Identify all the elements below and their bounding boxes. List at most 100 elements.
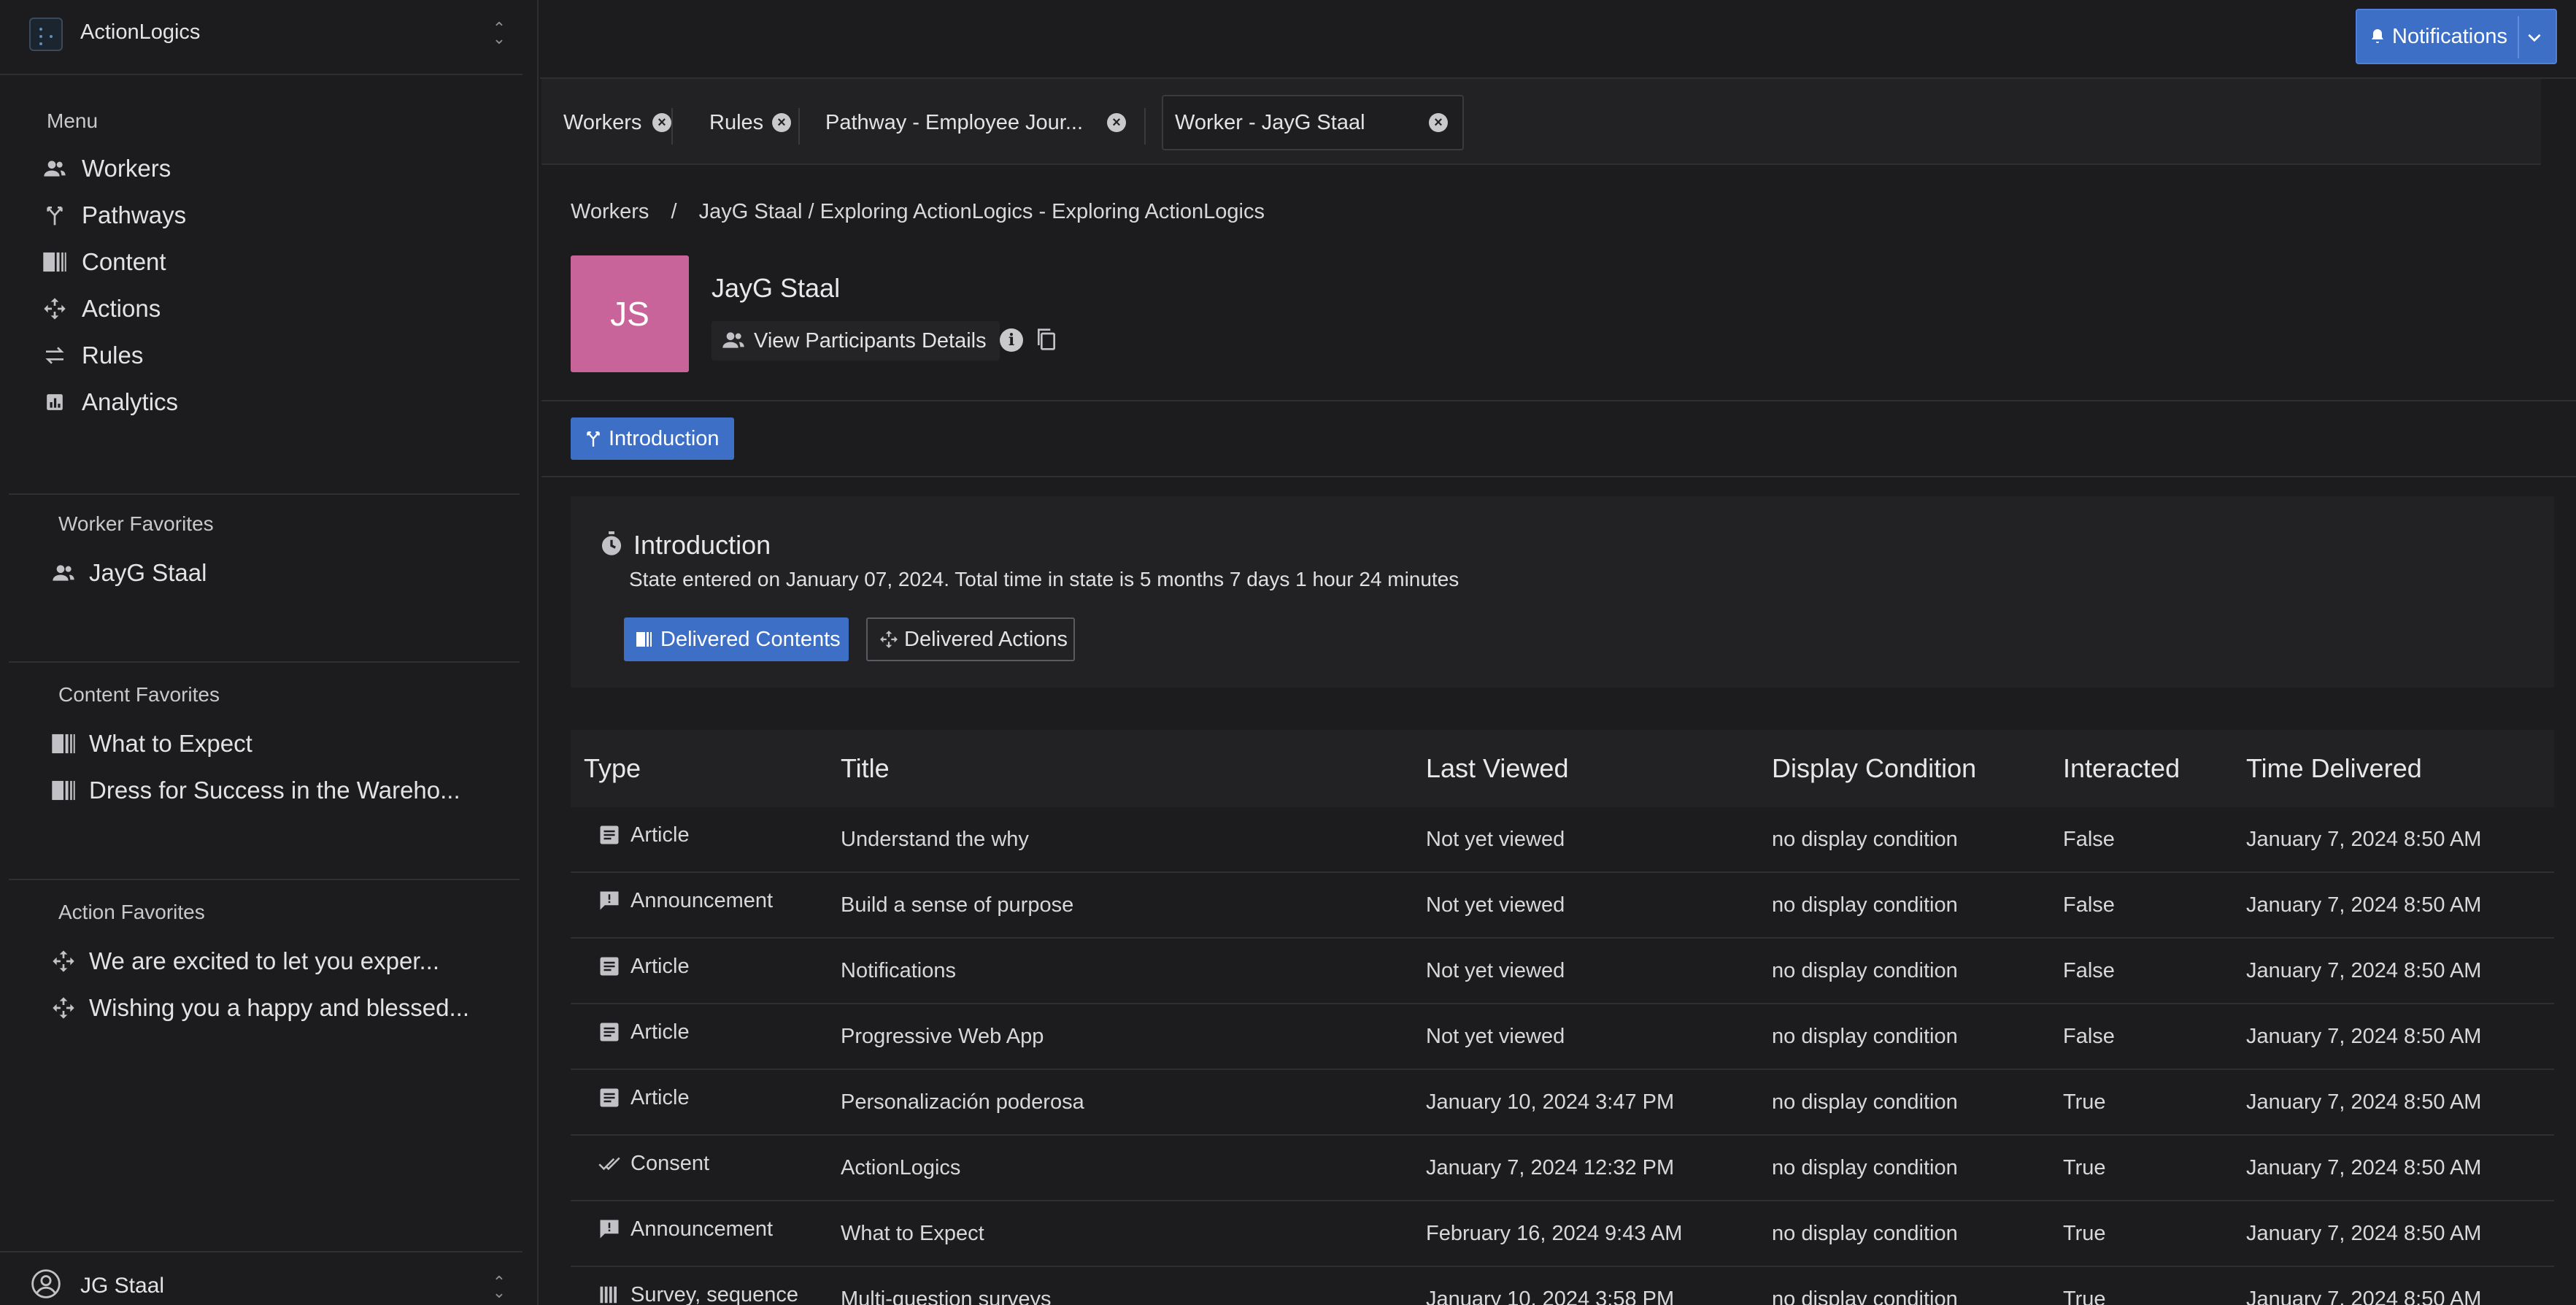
- table-row[interactable]: Article Personalización poderosa January 1…: [571, 1070, 2554, 1136]
- table-row[interactable]: Article Understand the why Not yet viewed n…: [571, 807, 2554, 873]
- last-viewed-cell: January 10, 2024 3:47 PM: [1426, 1090, 1675, 1114]
- title-cell: Understand the why: [841, 828, 1029, 851]
- favorite-action-item[interactable]: Wishing you a happy and blessed...: [50, 990, 469, 1026]
- table-row[interactable]: Article Progressive Web App Not yet viewed…: [571, 1004, 2554, 1070]
- table-body: Article Understand the why Not yet viewed n…: [571, 807, 2554, 1305]
- sidebar-item-content[interactable]: Content: [41, 244, 166, 280]
- interacted-cell: True: [2063, 1222, 2106, 1245]
- divider: [671, 108, 673, 145]
- users-icon: [50, 559, 77, 587]
- chevron-down-icon[interactable]: [2525, 28, 2544, 47]
- divider: [541, 400, 2576, 401]
- title-cell: Multi-question surveys: [841, 1287, 1052, 1305]
- last-viewed-cell: Not yet viewed: [1426, 1025, 1565, 1048]
- type-cell: Article: [584, 1086, 690, 1110]
- type-cell: Article: [584, 823, 690, 847]
- survey-icon: [598, 1284, 622, 1305]
- title-cell: Build a sense of purpose: [841, 893, 1074, 917]
- table-header: Type Title Last Viewed Display Condition…: [571, 730, 2554, 807]
- sidebar: ActionLogics ⌃ ⌄ Menu Workers Pathways Co…: [0, 0, 539, 1305]
- type-label: Article: [630, 955, 690, 978]
- title-cell: Progressive Web App: [841, 1025, 1044, 1048]
- type-cell: Announcement: [584, 889, 773, 913]
- sidebar-item-rules[interactable]: Rules: [41, 337, 143, 374]
- state-chip-introduction[interactable]: Introduction: [571, 417, 734, 460]
- title-cell: ActionLogics: [841, 1156, 961, 1179]
- breadcrumb-workers-link[interactable]: Workers: [571, 200, 649, 223]
- sidebar-item-label: Analytics: [82, 388, 179, 415]
- last-viewed-cell: February 16, 2024 9:43 AM: [1426, 1222, 1683, 1245]
- time-delivered-cell: January 7, 2024 8:50 AM: [2246, 1287, 2482, 1305]
- close-icon[interactable]: ×: [772, 113, 791, 132]
- menu-label: Menu: [47, 109, 99, 132]
- column-header-interacted[interactable]: Interacted: [2063, 753, 2180, 784]
- time-delivered-cell: January 7, 2024 8:50 AM: [2246, 828, 2482, 851]
- table-row[interactable]: Survey, sequence Multi-question surveys Ja…: [571, 1267, 2554, 1305]
- actions-icon: [880, 631, 898, 648]
- tab-worker-jayg-staal[interactable]: Worker - JayG Staal ×: [1162, 95, 1464, 150]
- divider: [9, 661, 520, 663]
- favorite-content-item[interactable]: Dress for Success in the Wareho...: [50, 772, 460, 809]
- table-row[interactable]: Article Notifications Not yet viewed no dis…: [571, 939, 2554, 1004]
- favorite-label: We are excited to let you exper...: [89, 947, 439, 974]
- sidebar-item-workers[interactable]: Workers: [41, 150, 171, 187]
- org-switcher[interactable]: ActionLogics ⌃ ⌄: [0, 0, 522, 75]
- delivered-actions-button[interactable]: Delivered Actions: [866, 617, 1075, 661]
- favorite-worker-item[interactable]: JayG Staal: [50, 555, 207, 591]
- content-icon: [41, 248, 69, 276]
- display-condition-cell: no display condition: [1772, 828, 1958, 851]
- bell-icon: [2372, 29, 2383, 43]
- table-row[interactable]: Announcement What to Expect February 16, 2…: [571, 1201, 2554, 1267]
- type-label: Consent: [630, 1152, 710, 1175]
- favorite-label: What to Expect: [89, 730, 252, 757]
- org-name: ActionLogics: [80, 20, 201, 44]
- user-name: JG Staal: [80, 1274, 165, 1298]
- divider: [2518, 16, 2519, 58]
- info-icon[interactable]: i: [1000, 328, 1023, 352]
- type-cell: Article: [584, 955, 690, 979]
- favorite-content-item[interactable]: What to Expect: [50, 725, 252, 762]
- org-logo-icon: [29, 18, 63, 51]
- tab-label: Workers: [563, 110, 642, 134]
- last-viewed-cell: January 10, 2024 3:58 PM: [1426, 1287, 1675, 1305]
- sidebar-item-analytics[interactable]: Analytics: [41, 384, 178, 420]
- favorite-label: JayG Staal: [89, 559, 207, 586]
- type-cell: Survey, sequence: [584, 1283, 798, 1305]
- favorite-label: Dress for Success in the Wareho...: [89, 777, 460, 804]
- column-header-type[interactable]: Type: [584, 753, 641, 784]
- close-icon[interactable]: ×: [652, 113, 671, 132]
- divider: [798, 108, 800, 145]
- users-icon: [722, 328, 747, 353]
- sidebar-item-label: Rules: [82, 342, 144, 369]
- tab-label: Worker - JayG Staal: [1175, 110, 1365, 134]
- notifications-button[interactable]: Notifications: [2356, 9, 2557, 64]
- tab-workers[interactable]: Workers ×: [563, 95, 671, 150]
- table-row[interactable]: Consent ActionLogics January 7, 2024 12:32…: [571, 1136, 2554, 1201]
- column-header-title[interactable]: Title: [841, 753, 890, 784]
- user-menu[interactable]: JG Staal ⌃ ⌄: [0, 1251, 522, 1305]
- action-favorites-label: Action Favorites: [58, 901, 205, 923]
- column-header-last-viewed[interactable]: Last Viewed: [1426, 753, 1568, 784]
- worker-favorites-label: Worker Favorites: [58, 512, 214, 535]
- actions-icon: [50, 947, 77, 975]
- copy-icon[interactable]: [1036, 328, 1057, 351]
- type-label: Article: [630, 823, 690, 847]
- favorite-action-item[interactable]: We are excited to let you exper...: [50, 943, 439, 979]
- breadcrumb-separator: /: [671, 200, 677, 223]
- delivered-contents-button[interactable]: Delivered Contents: [624, 617, 849, 661]
- column-header-display-condition[interactable]: Display Condition: [1772, 753, 1976, 784]
- tab-strip: Workers × Rules × Pathway - Employee Jou…: [541, 79, 2541, 165]
- state-chip-label: Introduction: [609, 426, 720, 450]
- table-row[interactable]: Announcement Build a sense of purpose Not …: [571, 873, 2554, 939]
- close-icon[interactable]: ×: [1429, 113, 1448, 132]
- view-participants-details-button[interactable]: View Participants Details: [712, 321, 1000, 361]
- column-header-time-delivered[interactable]: Time Delivered: [2246, 753, 2422, 784]
- tab-pathway-employee-journey[interactable]: Pathway - Employee Jour... ×: [825, 95, 1126, 150]
- tab-rules[interactable]: Rules ×: [709, 95, 791, 150]
- close-icon[interactable]: ×: [1107, 113, 1126, 132]
- article-icon: [598, 824, 622, 847]
- consent-icon: [598, 1152, 622, 1176]
- announcement-icon: [598, 890, 622, 913]
- sidebar-item-actions[interactable]: Actions: [41, 290, 161, 327]
- sidebar-item-pathways[interactable]: Pathways: [41, 197, 186, 234]
